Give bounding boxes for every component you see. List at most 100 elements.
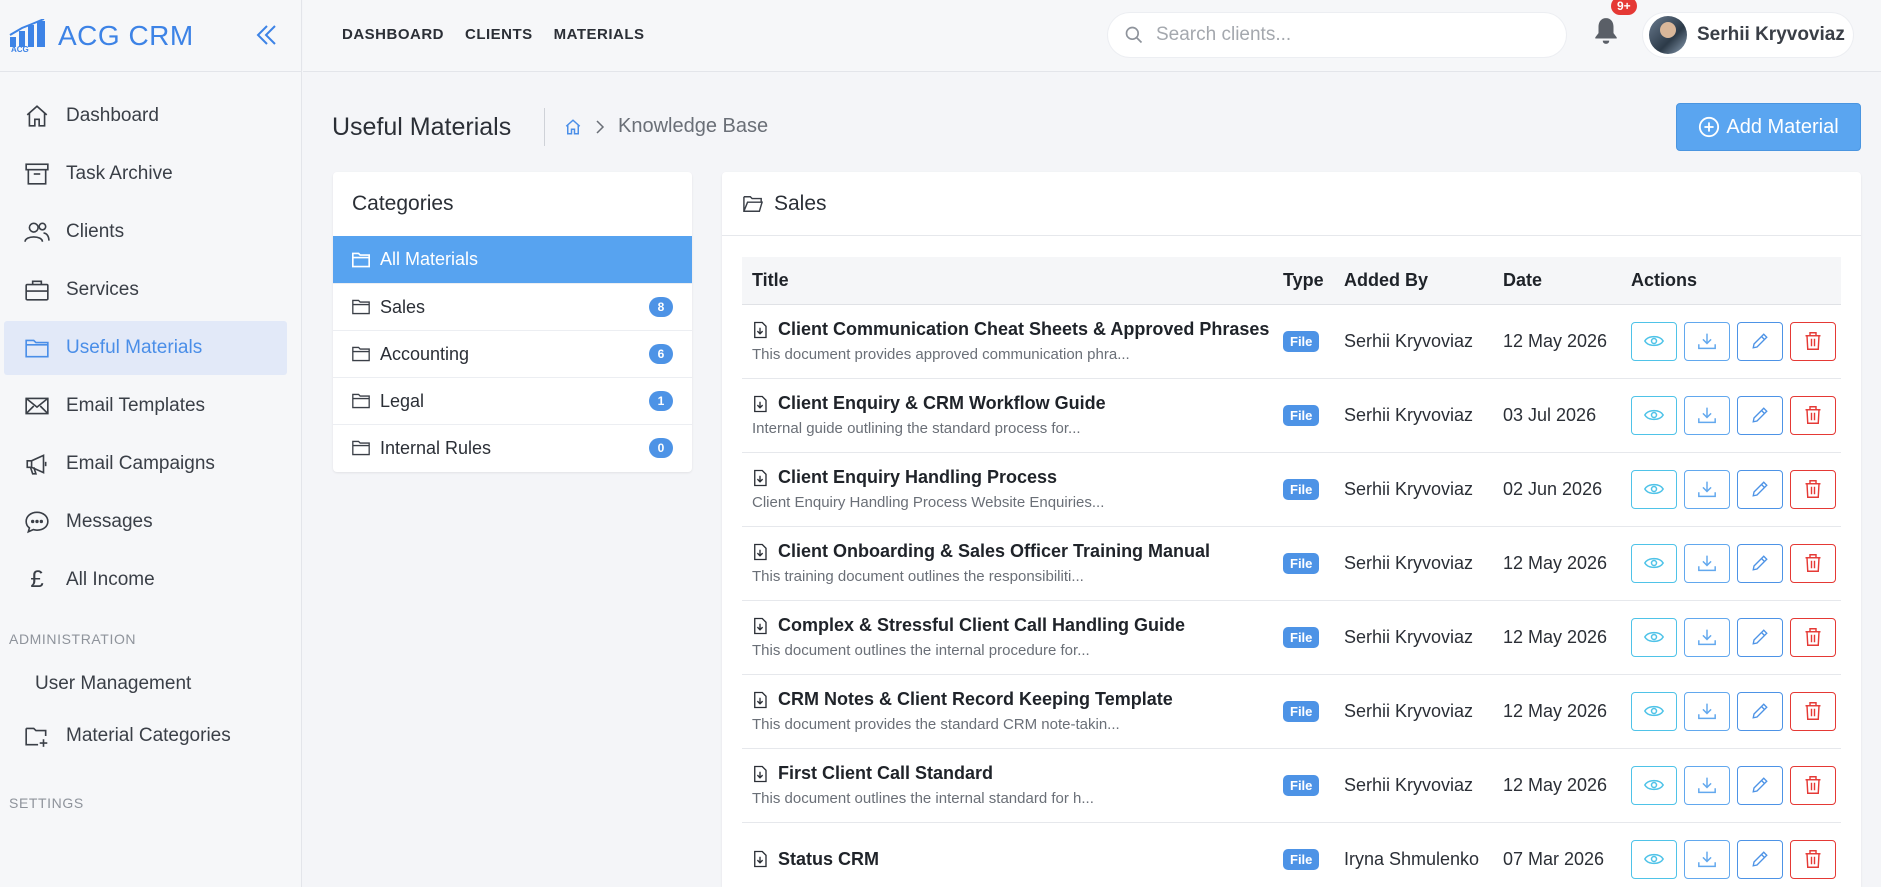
table-row: CRM Notes & Client Record Keeping Templa… — [742, 674, 1841, 749]
sidebar-item-material-categories[interactable]: Material Categories — [4, 709, 287, 763]
sidebar-item-clients[interactable]: Clients — [4, 205, 287, 259]
edit-button[interactable] — [1737, 839, 1783, 879]
table-row: Status CRM File Iryna Shmulenko 07 Mar 2… — [742, 822, 1841, 887]
category-label: Internal Rules — [380, 437, 492, 458]
sidebar-item-user-management[interactable]: User Management — [0, 659, 301, 709]
row-actions — [1631, 765, 1841, 805]
download-button[interactable] — [1684, 691, 1730, 731]
material-description: Internal guide outlining the standard pr… — [752, 420, 1081, 437]
column-header-type[interactable]: Type — [1273, 257, 1334, 305]
file-download-icon — [754, 395, 767, 412]
sidebar-item-useful-materials[interactable]: Useful Materials — [4, 321, 287, 375]
table-row: Complex & Stressful Client Call Handling… — [742, 600, 1841, 675]
sidebar-item-email-campaigns[interactable]: Email Campaigns — [4, 437, 287, 491]
view-button[interactable] — [1631, 691, 1677, 731]
home-icon[interactable] — [564, 118, 582, 136]
column-header-title[interactable]: Title — [742, 257, 1273, 305]
edit-button[interactable] — [1737, 321, 1783, 361]
category-internal-rules[interactable]: Internal Rules 0 — [333, 424, 692, 471]
category-count-badge: 1 — [649, 391, 673, 411]
material-title[interactable]: Client Enquiry & CRM Workflow Guide — [778, 393, 1106, 414]
delete-button[interactable] — [1790, 321, 1836, 361]
view-button[interactable] — [1631, 321, 1677, 361]
file-download-icon — [754, 765, 767, 782]
category-all-materials[interactable]: All Materials — [333, 236, 692, 283]
notifications-button[interactable] — [1593, 16, 1623, 50]
material-title[interactable]: Client Communication Cheat Sheets & Appr… — [778, 319, 1269, 340]
eye-icon — [1644, 483, 1664, 495]
material-title[interactable]: Status CRM — [778, 849, 879, 870]
download-button[interactable] — [1684, 765, 1730, 805]
table-row: Client Enquiry & CRM Workflow Guide Inte… — [742, 378, 1841, 453]
view-button[interactable] — [1631, 617, 1677, 657]
table-row: Client Onboarding & Sales Officer Traini… — [742, 526, 1841, 601]
download-button[interactable] — [1684, 543, 1730, 583]
table-row: First Client Call Standard This document… — [742, 748, 1841, 823]
sidebar-item-services[interactable]: Services — [4, 263, 287, 317]
column-header-added-by[interactable]: Added By — [1334, 257, 1493, 305]
view-button[interactable] — [1631, 543, 1677, 583]
download-button[interactable] — [1684, 839, 1730, 879]
archive-icon — [22, 159, 52, 189]
trash-icon — [1805, 480, 1821, 498]
material-date: 02 Jun 2026 — [1493, 452, 1621, 527]
sidebar-item-task-archive[interactable]: Task Archive — [4, 147, 287, 201]
topnav-clients-link[interactable]: CLIENTS — [465, 26, 533, 43]
delete-button[interactable] — [1790, 543, 1836, 583]
category-legal[interactable]: Legal 1 — [333, 377, 692, 424]
delete-button[interactable] — [1790, 395, 1836, 435]
search-input[interactable] — [1156, 24, 1536, 46]
folder-icon — [351, 345, 371, 363]
material-title[interactable]: First Client Call Standard — [778, 763, 993, 784]
delete-button[interactable] — [1790, 691, 1836, 731]
sidebar-item-dashboard[interactable]: Dashboard — [4, 89, 287, 143]
download-button[interactable] — [1684, 617, 1730, 657]
user-menu-button[interactable]: Serhii Kryvoviaz — [1643, 13, 1853, 57]
view-button[interactable] — [1631, 765, 1677, 805]
add-material-button[interactable]: Add Material — [1676, 103, 1861, 151]
edit-button[interactable] — [1737, 469, 1783, 509]
category-accounting[interactable]: Accounting 6 — [333, 330, 692, 377]
breadcrumb-current: Knowledge Base — [618, 115, 769, 137]
download-button[interactable] — [1684, 469, 1730, 509]
view-button[interactable] — [1631, 469, 1677, 509]
download-button[interactable] — [1684, 321, 1730, 361]
delete-button[interactable] — [1790, 765, 1836, 805]
category-sales[interactable]: Sales 8 — [333, 283, 692, 330]
delete-button[interactable] — [1790, 617, 1836, 657]
row-actions — [1631, 469, 1841, 509]
eye-icon — [1644, 705, 1664, 717]
sidebar-item-all-income[interactable]: £ All Income — [4, 553, 287, 607]
materials-table: Title Type Added By Date Actions Client … — [742, 257, 1841, 887]
envelope-icon — [22, 391, 52, 421]
view-button[interactable] — [1631, 839, 1677, 879]
collapse-sidebar-button[interactable] — [252, 20, 282, 50]
material-title[interactable]: Complex & Stressful Client Call Handling… — [778, 615, 1185, 636]
brand-name: ACG CRM — [58, 19, 194, 51]
edit-button[interactable] — [1737, 691, 1783, 731]
users-icon — [22, 217, 52, 247]
topnav-dashboard-link[interactable]: DASHBOARD — [342, 26, 444, 43]
categories-title: Categories — [352, 192, 454, 215]
folder-open-icon — [742, 194, 764, 214]
sidebar-item-label: User Management — [35, 673, 192, 694]
pencil-icon — [1752, 629, 1768, 645]
sidebar-item-email-templates[interactable]: Email Templates — [4, 379, 287, 433]
delete-button[interactable] — [1790, 469, 1836, 509]
material-title[interactable]: Client Enquiry Handling Process — [778, 467, 1057, 488]
download-button[interactable] — [1684, 395, 1730, 435]
delete-button[interactable] — [1790, 839, 1836, 879]
edit-button[interactable] — [1737, 617, 1783, 657]
sidebar-item-label: All Income — [66, 569, 155, 590]
edit-button[interactable] — [1737, 765, 1783, 805]
material-title[interactable]: Client Onboarding & Sales Officer Traini… — [778, 541, 1210, 562]
view-button[interactable] — [1631, 395, 1677, 435]
column-header-date[interactable]: Date — [1493, 257, 1621, 305]
topnav-materials-link[interactable]: MATERIALS — [554, 26, 645, 43]
material-title[interactable]: CRM Notes & Client Record Keeping Templa… — [778, 689, 1173, 710]
materials-panel-header: Sales — [722, 172, 1861, 236]
file-download-icon — [754, 321, 767, 338]
edit-button[interactable] — [1737, 543, 1783, 583]
edit-button[interactable] — [1737, 395, 1783, 435]
sidebar-item-messages[interactable]: Messages — [4, 495, 287, 549]
